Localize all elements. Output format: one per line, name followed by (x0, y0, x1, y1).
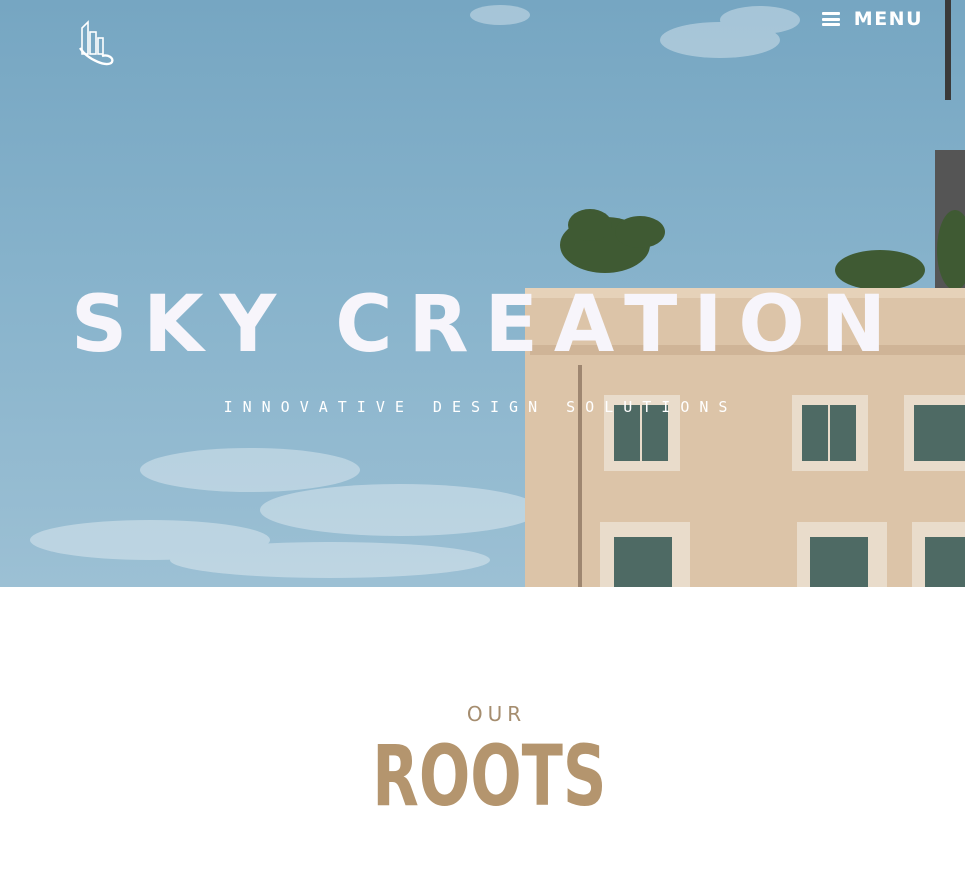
hamburger-icon[interactable] (821, 12, 840, 26)
menu-label[interactable]: MENU (854, 8, 923, 30)
section-title: ROOTS (372, 727, 607, 825)
hero-section: MENU SKY CREATION INNOVATIVE DESIGN SOLU… (0, 0, 965, 587)
menu-button[interactable]: MENU (821, 8, 923, 30)
hero-title: SKY CREATION (71, 280, 902, 370)
building-logo-icon[interactable] (78, 20, 116, 68)
roots-section: OUR ROOTS (0, 587, 965, 888)
section-kicker: OUR (466, 702, 527, 726)
hero-subtitle: INNOVATIVE DESIGN SOLUTIONS (223, 398, 738, 416)
